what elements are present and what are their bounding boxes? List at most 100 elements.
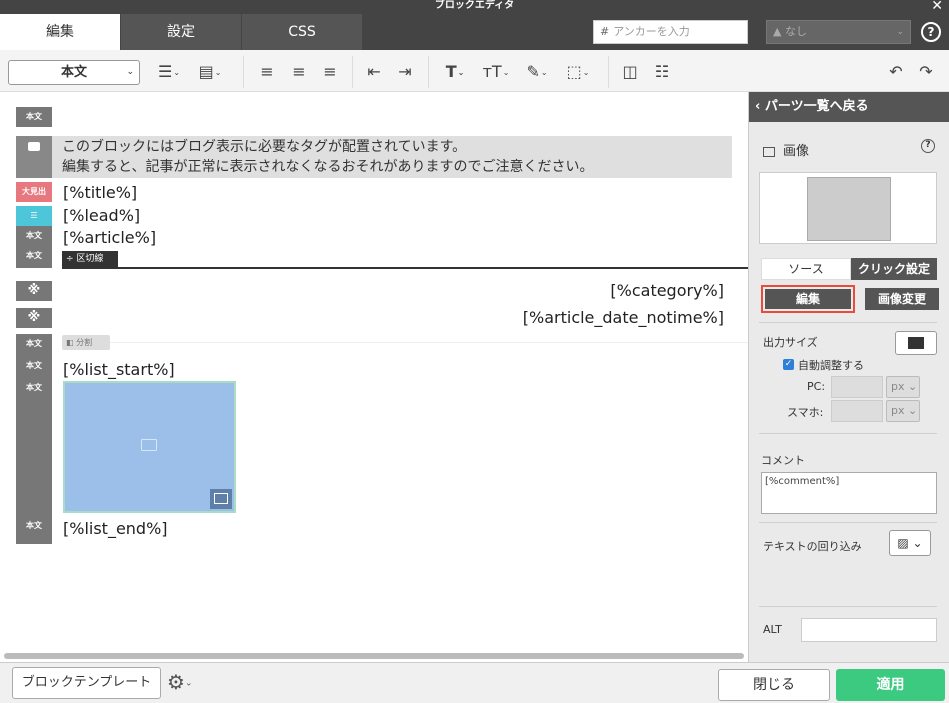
pc-size-input[interactable] (831, 376, 883, 398)
insert-block-icon[interactable]: ◫ (618, 60, 642, 84)
auto-adjust-checkbox[interactable]: ✓ (783, 359, 794, 370)
tab-source[interactable]: ソース (761, 258, 851, 280)
numbered-list-icon[interactable]: ▤⌄ (192, 60, 228, 84)
asterisk-block-label[interactable]: ※ (16, 281, 52, 301)
toolbar-divider (428, 56, 429, 88)
sp-unit-select[interactable]: px ⌄ (886, 400, 920, 422)
panel-divider (759, 433, 937, 434)
category-tag-line[interactable]: [%category%] (610, 281, 724, 301)
notice-line-1: このブロックにはブログ表示に必要なタグが配置されています。 (62, 139, 467, 155)
edit-image-button-highlight: 編集 (761, 285, 855, 313)
panel-divider (759, 322, 937, 323)
footer-bar: ブロックテンプレート ⚙⌄ 閉じる 適用 (0, 662, 949, 703)
text-frame-icon[interactable]: ⬚⌄ (560, 60, 596, 84)
close-button[interactable]: 閉じる (718, 669, 830, 701)
outdent-icon[interactable]: ⇤ (363, 60, 385, 84)
toolbar-divider (352, 56, 353, 88)
sp-size-input[interactable] (831, 400, 883, 422)
font-size-icon[interactable]: ᴛT⌄ (478, 60, 514, 84)
panel-divider (759, 606, 937, 607)
toolbar-divider (608, 56, 609, 88)
text-wrap-label: テキストの回り込み (763, 540, 862, 553)
toolbar-divider (243, 56, 244, 88)
notice-block-label[interactable] (16, 136, 52, 178)
editor-canvas[interactable]: 本文 このブロックにはブログ表示に必要なタグが配置されています。 編集すると、記… (0, 92, 749, 662)
article-tag-line[interactable]: [%article%] (63, 228, 156, 248)
pc-size-label: PC: (807, 380, 826, 393)
indent-icon[interactable]: ⇥ (394, 60, 416, 84)
notice-block: このブロックにはブログ表示に必要なタグが配置されています。 編集すると、記事が正… (52, 136, 732, 178)
pc-unit-select[interactable]: px ⌄ (886, 376, 920, 398)
block-editor-window: ブロックエディタ ✕ 編集 設定 CSS # アンカーを入力 ▲ なし ⌄ ? 本… (0, 0, 949, 703)
comment-bubble-icon (28, 142, 40, 151)
back-to-parts-button[interactable]: ‹ パーツ一覧へ戻る (749, 92, 949, 122)
block-label-body[interactable]: 本文 (16, 516, 52, 540)
apply-button[interactable]: 適用 (836, 669, 945, 701)
block-label-body[interactable]: 本文 (16, 107, 52, 127)
text-wrap-select[interactable]: ▨ ⌄ (889, 530, 931, 556)
list-end-tag-line[interactable]: [%list_end%] (63, 519, 168, 539)
window-title: ブロックエディタ (434, 0, 515, 11)
auto-adjust-label: 自動調整する (798, 359, 864, 372)
color-picker-icon[interactable]: ✎⌄ (520, 60, 554, 84)
fit-size-button[interactable] (895, 331, 937, 355)
title-tag-line[interactable]: [%title%] (63, 183, 137, 203)
list-start-tag-line[interactable]: [%list_start%] (63, 360, 175, 380)
chevron-down-icon: ⌄ (126, 67, 134, 77)
triangle-icon: ▲ (773, 25, 785, 38)
image-placeholder[interactable] (63, 381, 236, 513)
alt-input[interactable] (801, 618, 937, 642)
image-icon (141, 439, 157, 451)
tab-edit[interactable]: 編集 (0, 14, 120, 50)
help-icon[interactable]: ? (921, 22, 941, 42)
close-window-icon[interactable]: ✕ (931, 0, 943, 14)
anchor-placeholder: アンカーを入力 (613, 25, 690, 38)
image-settings-icon[interactable] (210, 489, 232, 509)
align-right-icon[interactable]: ≡ (319, 60, 341, 84)
sp-size-label: スマホ: (787, 406, 824, 419)
output-size-label: 出力サイズ (763, 336, 818, 349)
block-label-body[interactable]: 本文 (16, 246, 52, 268)
text-style-select[interactable]: 本文 ⌄ (8, 60, 140, 85)
panel-title-text: 画像 (783, 144, 810, 159)
tab-css[interactable]: CSS (242, 14, 362, 50)
change-image-button[interactable]: 画像変更 (865, 288, 939, 310)
alt-label: ALT (763, 623, 782, 636)
fit-size-icon (908, 337, 924, 349)
block-template-button[interactable]: ブロックテンプレート (12, 667, 161, 699)
block-label-body: 本文 (26, 361, 42, 370)
thumbnail-placeholder (807, 177, 891, 241)
separator-label: ÷ 区切線 (62, 251, 118, 267)
block-label-lead[interactable]: ☰ (16, 206, 52, 226)
format-toolbar: 本文 ⌄ ☰⌄ ▤⌄ ≡ ≡ ≡ ⇤ ⇥ T⌄ ᴛT⌄ ✎⌄ ⬚⌄ ◫ ☷ ↶ … (0, 50, 949, 92)
redo-icon[interactable]: ↷ (914, 60, 938, 84)
block-label-heading[interactable]: 大見出 (16, 182, 52, 202)
tab-click-settings[interactable]: クリック設定 (851, 258, 937, 280)
pc-unit-value: px (891, 380, 905, 393)
align-left-icon[interactable]: ≡ (256, 60, 278, 84)
block-label-body[interactable]: 本文 (16, 226, 52, 246)
hash-icon: # (600, 25, 610, 38)
asterisk-block-label[interactable]: ※ (16, 308, 52, 328)
font-style-icon[interactable]: T⌄ (438, 60, 472, 84)
bullet-list-icon[interactable]: ☰⌄ (152, 60, 186, 84)
gear-icon[interactable]: ⚙⌄ (167, 671, 192, 695)
comment-textarea[interactable]: [%comment%] (761, 472, 937, 514)
undo-icon[interactable]: ↶ (884, 60, 908, 84)
anchor-input[interactable]: # アンカーを入力 (593, 20, 748, 44)
align-center-icon[interactable]: ≡ (288, 60, 310, 84)
sp-unit-value: px (891, 404, 905, 417)
tab-settings[interactable]: 設定 (121, 14, 241, 50)
class-select[interactable]: ▲ なし ⌄ (766, 20, 911, 44)
help-icon[interactable]: ? (921, 139, 935, 153)
class-select-value: なし (784, 25, 807, 38)
title-bar: ブロックエディタ ✕ (0, 0, 949, 14)
chevron-down-icon: ⌄ (896, 27, 904, 37)
lead-tag-line[interactable]: [%lead%] (63, 206, 140, 226)
list-block-label[interactable]: 本文 本文 本文 (16, 334, 52, 544)
clear-format-icon[interactable]: ☷ (650, 60, 674, 84)
date-tag-line[interactable]: [%article_date_notime%] (523, 308, 724, 328)
horizontal-scrollbar[interactable] (4, 653, 744, 659)
edit-image-button[interactable]: 編集 (765, 289, 851, 309)
separator-label-text: 区切線 (76, 254, 104, 264)
